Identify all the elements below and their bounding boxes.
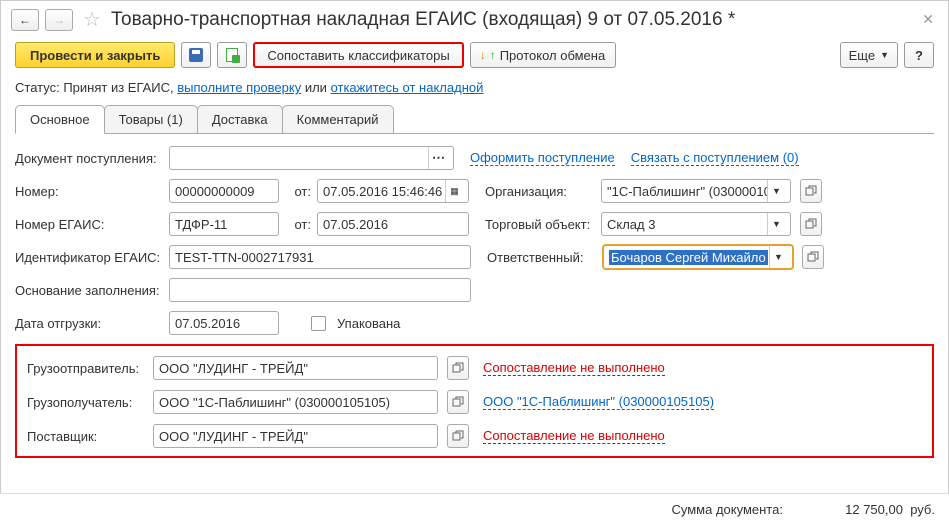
ship-date-input[interactable]: 07.05.2016 [169,311,279,335]
post-button[interactable] [217,42,247,68]
packed-checkbox[interactable] [311,316,326,331]
receipt-doc-label: Документ поступления: [15,151,163,166]
open-icon [805,185,817,197]
egais-id-label: Идентификатор ЕГАИС: [15,250,163,265]
supplier-label: Поставщик: [27,429,147,444]
open-icon [452,362,464,374]
favorite-star-icon[interactable]: ☆ [83,7,101,32]
help-button[interactable]: ? [904,42,934,68]
trade-obj-label: Торговый объект: [485,217,595,232]
tab-main[interactable]: Основное [15,105,105,134]
responsible-open-button[interactable] [802,245,824,269]
sender-label: Грузоотправитель: [27,361,147,376]
sender-not-matched-link[interactable]: Сопоставление не выполнено [483,360,665,376]
counterparties-section: Грузоотправитель: ООО "ЛУДИНГ - ТРЕЙД" С… [15,344,934,458]
ship-date-label: Дата отгрузки: [15,316,163,331]
save-icon [189,48,203,62]
supplier-not-matched-link[interactable]: Сопоставление не выполнено [483,428,665,444]
supplier-input[interactable]: ООО "ЛУДИНГ - ТРЕЙД" [153,424,438,448]
from-label-2: от: [285,217,311,232]
responsible-input[interactable]: Бочаров Сергей Михайло▼ [603,245,793,269]
post-and-close-button[interactable]: Провести и закрыть [15,42,175,68]
status-line: Статус: Принят из ЕГАИС, выполните прове… [1,78,948,105]
open-icon [452,430,464,442]
sender-input[interactable]: ООО "ЛУДИНГ - ТРЕЙД" [153,356,438,380]
from-label-1: от: [285,184,311,199]
compare-classifiers-button[interactable]: Сопоставить классификаторы [253,42,463,68]
document-icon [226,48,238,62]
footer-sum-label: Сумма документа: [672,502,783,517]
receipt-doc-input[interactable]: ⋯ [169,146,454,170]
lookup-icon[interactable]: ⋯ [428,147,448,169]
more-button[interactable]: Еще ▼ [840,42,898,68]
open-icon [805,218,817,230]
packed-label: Упакована [337,316,400,331]
open-icon [452,396,464,408]
tab-delivery[interactable]: Доставка [197,105,283,133]
chevron-down-icon: ▼ [880,50,889,60]
nav-back-button[interactable]: ← [11,9,39,31]
exchange-protocol-button[interactable]: Протокол обмена [470,42,617,68]
chevron-down-icon[interactable]: ▼ [767,213,785,235]
window-title: Товарно-транспортная накладная ЕГАИС (вх… [111,9,912,31]
calendar-icon[interactable]: ▦ [445,180,463,202]
receiver-input[interactable]: ООО "1С-Паблишинг" (030000105105) [153,390,438,414]
supplier-open-button[interactable] [447,424,469,448]
org-label: Организация: [485,184,595,199]
egais-date-input[interactable]: 07.05.2016 [317,212,469,236]
tab-comment[interactable]: Комментарий [282,105,394,133]
receiver-matched-link[interactable]: ООО "1С-Паблишинг" (030000105105) [483,394,714,410]
save-button[interactable] [181,42,211,68]
make-receipt-link[interactable]: Оформить поступление [470,150,615,166]
date-input[interactable]: 07.05.2016 15:46:46▦ [317,179,469,203]
egais-id-input[interactable]: TEST-TTN-0002717931 [169,245,471,269]
tab-goods[interactable]: Товары (1) [104,105,198,133]
trade-obj-input[interactable]: Склад 3▼ [601,212,791,236]
egais-num-input[interactable]: ТДФР-11 [169,212,279,236]
number-input[interactable]: 00000000009 [169,179,279,203]
basis-label: Основание заполнения: [15,283,163,298]
org-input[interactable]: "1С-Паблишинг" (03000010▼ [601,179,791,203]
basis-input[interactable] [169,278,471,302]
egais-num-label: Номер ЕГАИС: [15,217,163,232]
footer-sum-value: 12 750,00 руб. [813,502,935,517]
chevron-down-icon[interactable]: ▼ [769,246,787,268]
close-button[interactable]: ✕ [918,11,938,28]
receiver-open-button[interactable] [447,390,469,414]
open-icon [807,251,819,263]
receiver-label: Грузополучатель: [27,395,147,410]
sender-open-button[interactable] [447,356,469,380]
refuse-link[interactable]: откажитесь от накладной [331,80,484,95]
chevron-down-icon[interactable]: ▼ [767,180,785,202]
exchange-icon [481,48,495,62]
link-receipt-link[interactable]: Связать с поступлением (0) [631,150,799,166]
check-link[interactable]: выполните проверку [177,80,301,95]
responsible-label: Ответственный: [487,250,597,265]
trade-obj-open-button[interactable] [800,212,822,236]
org-open-button[interactable] [800,179,822,203]
number-label: Номер: [15,184,163,199]
nav-forward-button[interactable]: → [45,9,73,31]
